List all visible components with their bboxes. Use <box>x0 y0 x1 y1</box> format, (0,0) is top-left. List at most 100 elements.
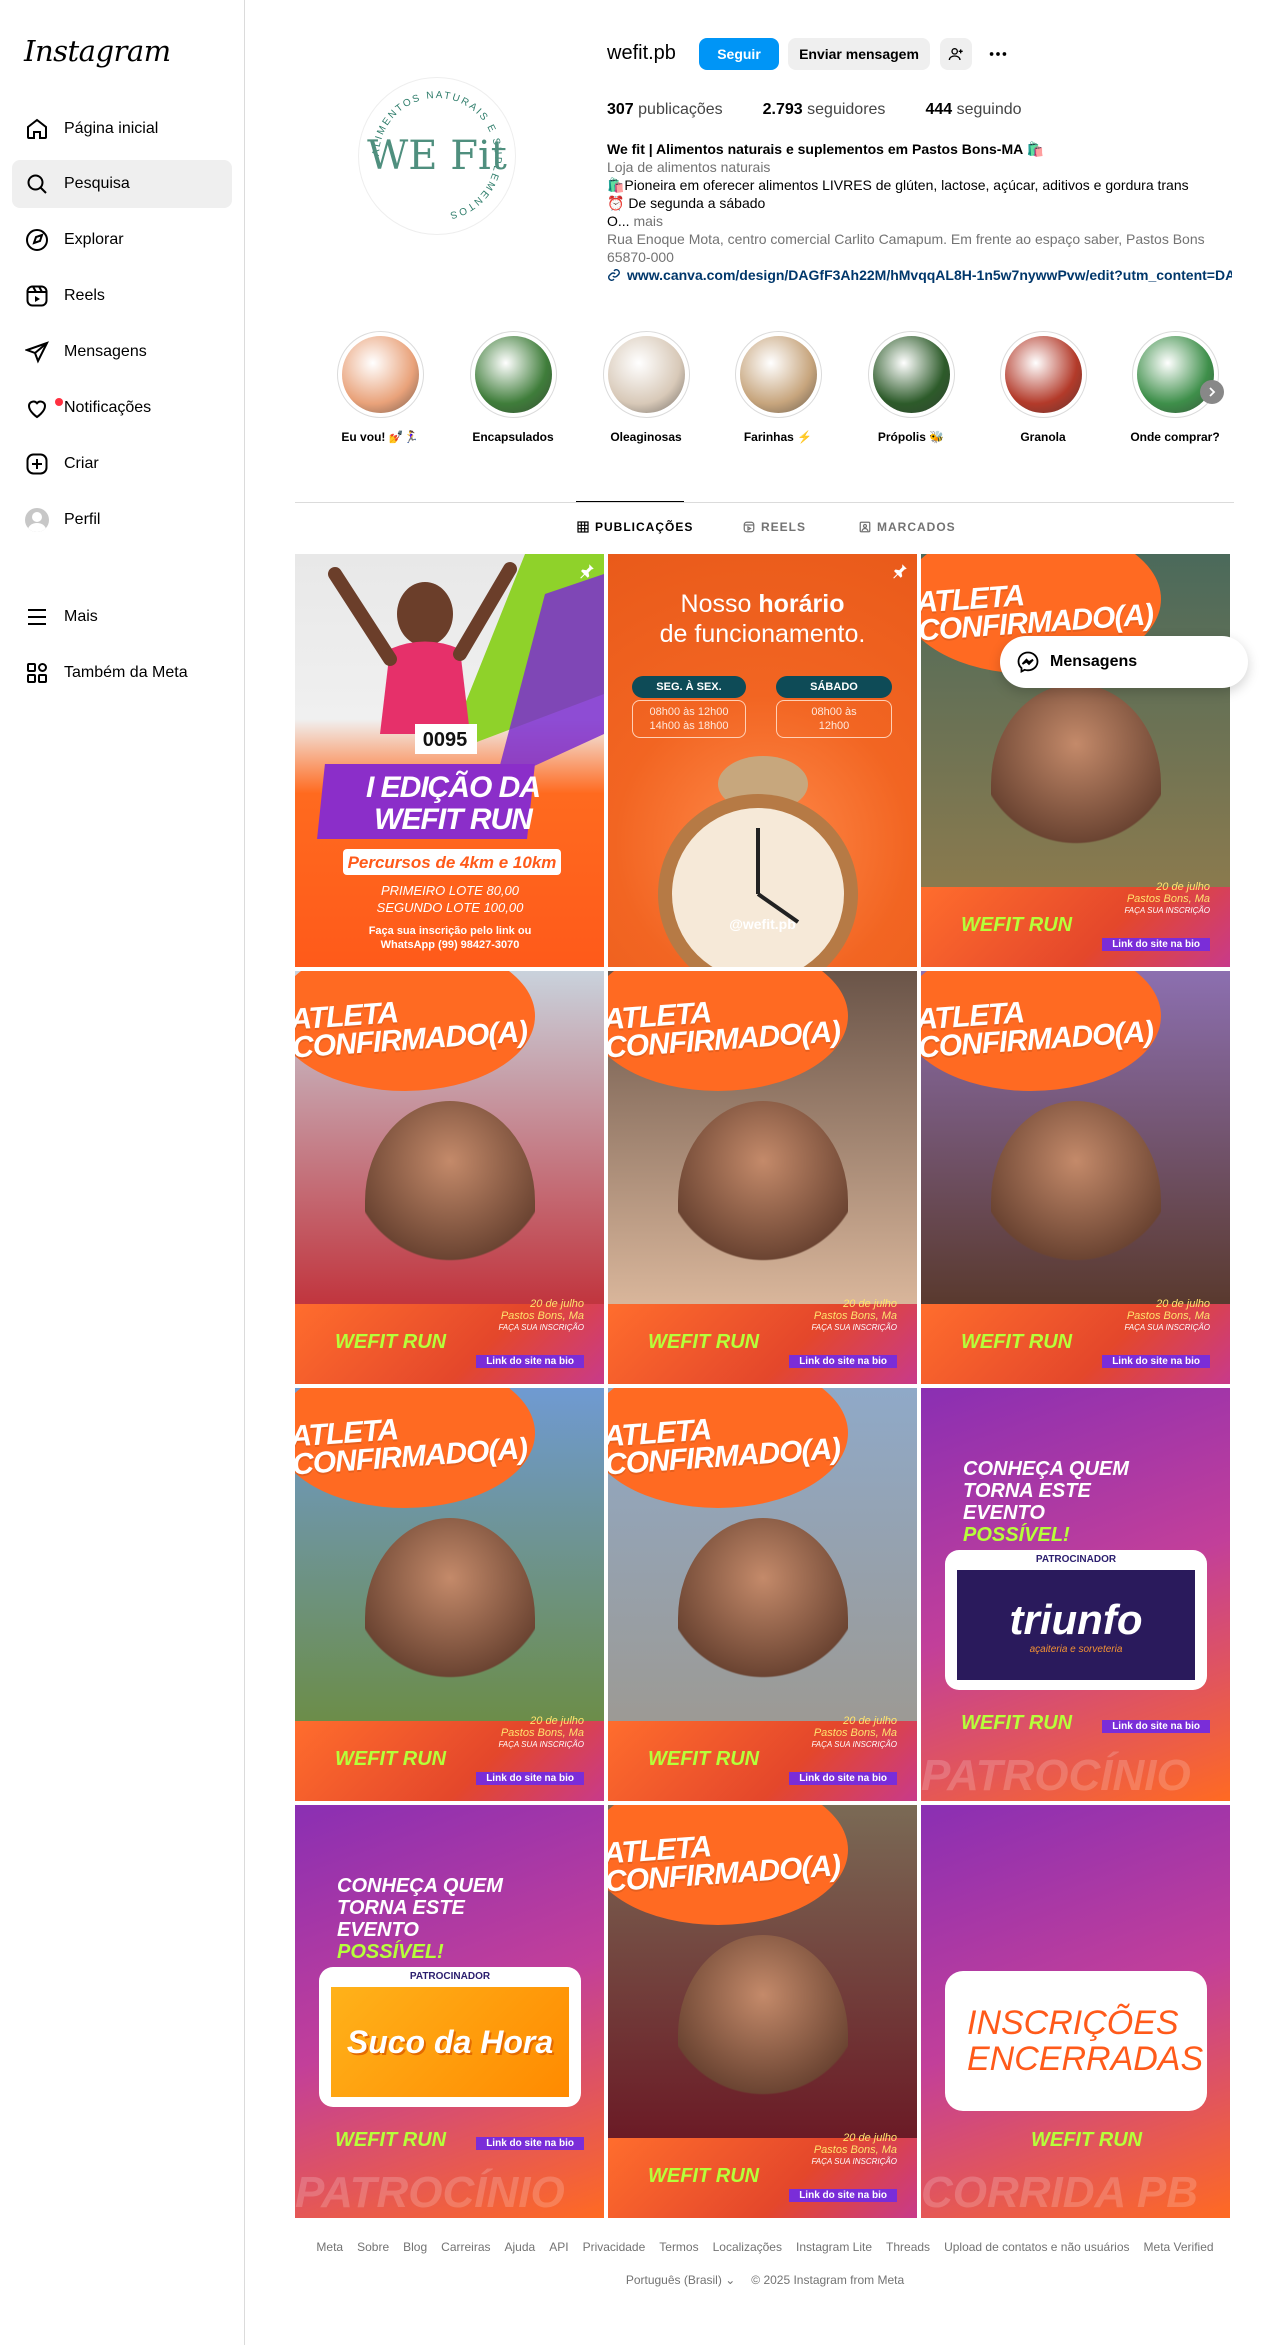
sponsor-heading-accent: POSSÍVEL! <box>963 1524 1070 1546</box>
profile-stats: 307 publicações 2.793 seguidores 444 seg… <box>607 101 1022 119</box>
tab-tagged[interactable]: MARCADOS <box>859 520 956 534</box>
post-info: Faça sua inscrição pelo link ou WhatsApp… <box>368 925 532 951</box>
footer-link[interactable]: Meta Verified <box>1144 2240 1214 2254</box>
event-date: 20 de julho Pastos Bons, Ma FAÇA SUA INSCR… <box>1125 881 1211 917</box>
sidebar-item-more[interactable]: Mais <box>12 593 232 641</box>
post-wefit-run[interactable]: 0095 I EDIÇÃO DA WEFIT RUN Percursos de … <box>295 554 604 967</box>
send-icon <box>24 339 50 365</box>
saturday-badge: SÁBADO <box>776 676 892 698</box>
footer-link[interactable]: Sobre <box>357 2240 389 2254</box>
event-place: Pastos Bons, Ma <box>1126 1310 1210 1322</box>
event-logo: WEFIT RUN <box>335 2129 447 2151</box>
active-tab-indicator <box>576 501 684 502</box>
footer-link[interactable]: Upload de contatos e não usuários <box>944 2240 1129 2254</box>
story-highlight[interactable]: Oleaginosas <box>601 331 691 444</box>
bio-website-link[interactable]: www.canva.com/design/DAGfF3Ah22M/hMvqqAL… <box>607 266 1232 284</box>
sidebar-item-reels[interactable]: Reels <box>12 272 232 320</box>
footer-link[interactable]: Blog <box>403 2240 427 2254</box>
sidebar-item-create[interactable]: Criar <box>12 440 232 488</box>
post-athlete-confirmed[interactable]: ATLETA CONFIRMADO(A) WEFIT RUN 20 de julho… <box>608 1805 917 2218</box>
post-athlete-confirmed[interactable]: ATLETA CONFIRMADO(A) WEFIT RUN 20 de julho… <box>921 971 1230 1384</box>
stat-followers[interactable]: 2.793 seguidores <box>763 101 886 119</box>
sidebar-item-search[interactable]: Pesquisa <box>12 160 232 208</box>
post-athlete-confirmed[interactable]: ATLETA CONFIRMADO(A) WEFIT RUN 20 de julho… <box>921 554 1230 967</box>
post-sponsor-suco[interactable]: CONHEÇA QUEM TORNA ESTE EVENTO POSSÍVEL!… <box>295 1805 604 2218</box>
highlight-cover <box>474 336 552 413</box>
post-registration-closed[interactable]: INSCRIÇÕES ENCERRADAS CORRIDA PB WEFIT R… <box>921 1805 1230 2218</box>
post-footer-banner: WEFIT RUN 20 de julho Pastos Bons, Ma FAÇA … <box>608 1298 917 1384</box>
footer-link[interactable]: Termos <box>659 2240 698 2254</box>
sidebar-item-also-from-meta[interactable]: Também da Meta <box>12 649 232 697</box>
footer-link[interactable]: API <box>549 2240 568 2254</box>
sidebar-item-profile[interactable]: Perfil <box>12 496 232 544</box>
event-date-text: 20 de julho <box>843 2132 897 2144</box>
pin-icon <box>893 564 907 579</box>
footer-link[interactable]: Localizações <box>713 2240 782 2254</box>
story-highlight[interactable]: Encapsulados <box>468 331 558 444</box>
sponsor-heading: CONHEÇA QUEM TORNA ESTE EVENTO <box>963 1458 1129 1524</box>
post-athlete-confirmed[interactable]: ATLETA CONFIRMADO(A) WEFIT RUN 20 de julho… <box>608 971 917 1384</box>
footer-link[interactable]: Meta <box>316 2240 343 2254</box>
event-date-text: 20 de julho <box>1156 1298 1210 1310</box>
alarm-clock-image <box>658 756 858 967</box>
event-date-text: 20 de julho <box>843 1298 897 1310</box>
sidebar-item-label: Pesquisa <box>64 175 130 192</box>
bio-link-text: www.canva.com/design/DAGfF3Ah22M/hMvqqAL… <box>627 267 1232 283</box>
language-label: Português (Brasil) <box>625 2273 722 2287</box>
highlight-ring <box>336 331 424 418</box>
logo-text: WE Fit <box>367 133 507 179</box>
post-athlete-confirmed[interactable]: ATLETA CONFIRMADO(A) WEFIT RUN 20 de julho… <box>608 1388 917 1801</box>
follow-button[interactable]: Seguir <box>699 38 779 70</box>
highlight-label: Oleaginosas <box>610 430 682 444</box>
sponsor-name: triunfo <box>1009 1595 1143 1643</box>
race-bib-number: 0095 <box>423 729 468 751</box>
sidebar-item-label: Mais <box>64 608 98 625</box>
link-in-bio: Link do site na bio <box>476 1355 584 1368</box>
tab-posts[interactable]: PUBLICAÇÕES <box>577 520 693 534</box>
send-message-button[interactable]: Enviar mensagem <box>788 38 930 70</box>
stat-value: 2.793 <box>762 101 803 118</box>
tab-reels[interactable]: REELS <box>743 520 806 534</box>
bio-category: Loja de alimentos naturais <box>607 159 771 175</box>
lot-1: PRIMEIRO LOTE 80,00 <box>381 883 519 898</box>
link-icon <box>608 269 620 281</box>
suggest-accounts-button[interactable] <box>940 38 972 70</box>
story-highlight[interactable]: Eu vou! 💅🏃‍♀️ <box>335 331 425 444</box>
sidebar-item-notifications[interactable]: Notificações <box>12 384 232 432</box>
footer-link[interactable]: Threads <box>886 2240 930 2254</box>
story-highlight[interactable]: Granola <box>998 331 1088 444</box>
story-highlight[interactable]: Farinhas ⚡ <box>733 331 823 444</box>
stat-following[interactable]: 444 seguindo <box>925 101 1021 119</box>
footer-link[interactable]: Privacidade <box>583 2240 646 2254</box>
story-highlight[interactable]: Própolis 🐝 <box>866 331 956 444</box>
footer-link[interactable]: Carreiras <box>441 2240 490 2254</box>
highlights-next-button[interactable] <box>1200 380 1224 404</box>
add-person-icon <box>948 48 963 61</box>
copyright: © 2025 Instagram from Meta <box>751 2273 905 2287</box>
profile-bio: We fit | Alimentos naturais e suplemento… <box>607 140 1232 284</box>
post-sponsor-triunfo[interactable]: CONHEÇA QUEM TORNA ESTE EVENTO POSSÍVEL!… <box>921 1388 1230 1801</box>
bio-more-link[interactable]: mais <box>633 213 663 229</box>
event-date: 20 de julho Pastos Bons, Ma FAÇA SUA INSCR… <box>499 1298 585 1334</box>
event-logo: WEFIT RUN <box>335 1748 447 1770</box>
post-athlete-confirmed[interactable]: ATLETA CONFIRMADO(A) WEFIT RUN 20 de julho… <box>295 971 604 1384</box>
chevron-right-icon <box>1209 387 1216 397</box>
sidebar-item-home[interactable]: Página inicial <box>12 105 232 153</box>
floating-messages-button[interactable]: Mensagens <box>1000 636 1248 688</box>
language-selector[interactable]: Português (Brasil) ⌄ <box>626 2273 735 2287</box>
post-athlete-confirmed[interactable]: ATLETA CONFIRMADO(A) WEFIT RUN 20 de julho… <box>295 1388 604 1801</box>
event-place: Pastos Bons, Ma <box>500 1727 584 1739</box>
instagram-logo[interactable]: Instagram <box>24 34 171 68</box>
bio-line: ⏰ De segunda a sábado <box>607 195 766 211</box>
tag-icon <box>859 521 871 533</box>
event-place: Pastos Bons, Ma <box>813 1310 897 1322</box>
athlete-photo <box>678 1518 848 1718</box>
footer-link[interactable]: Ajuda <box>505 2240 536 2254</box>
link-in-bio: Link do site na bio <box>476 1772 584 1785</box>
sidebar-item-messages[interactable]: Mensagens <box>12 328 232 376</box>
sidebar-item-explore[interactable]: Explorar <box>12 216 232 264</box>
post-business-hours[interactable]: Nosso horário de funcionamento. SEG. À S… <box>608 554 917 967</box>
options-button[interactable] <box>982 38 1014 70</box>
footer-link[interactable]: Instagram Lite <box>796 2240 872 2254</box>
profile-picture[interactable]: ALIMENTOS NATURAIS E SUPLEMENTOS WE Fit <box>358 77 516 235</box>
